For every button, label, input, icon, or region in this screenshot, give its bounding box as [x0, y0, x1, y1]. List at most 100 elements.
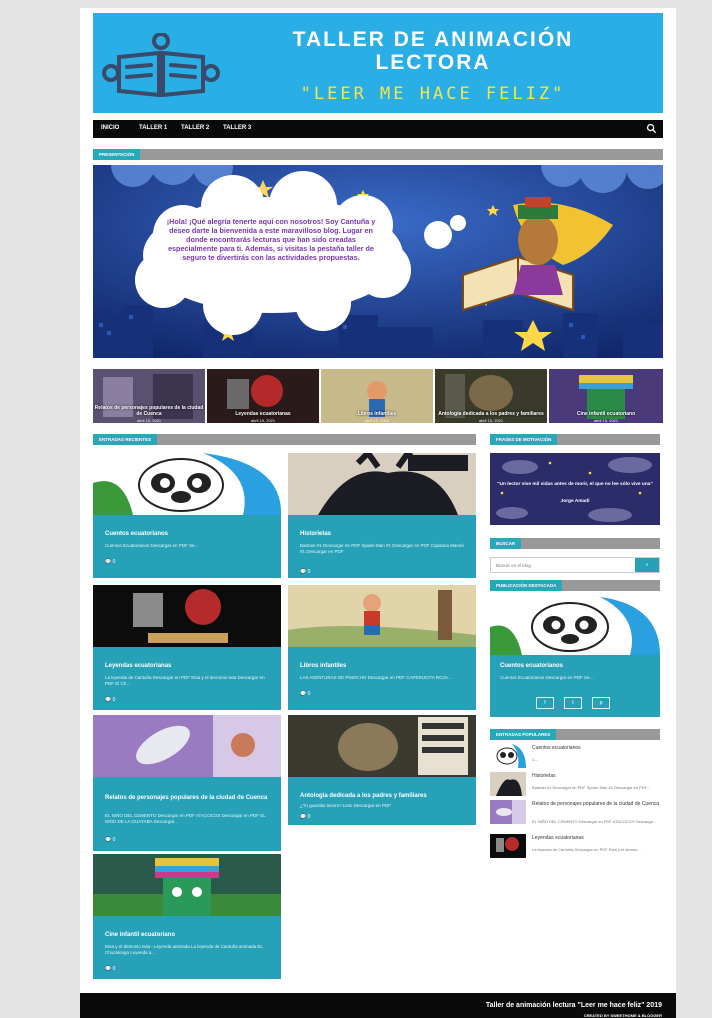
recent-posts-section-bar: ENTRADAS RECIENTES — [93, 434, 476, 445]
featured-title: Leyendas ecuatorianas — [235, 411, 291, 417]
post-card[interactable]: Cine infantil ecuatoriano Etsa y el demo… — [93, 854, 281, 979]
popular-post-excerpt: C... — [532, 757, 539, 762]
post-title[interactable]: Libros infantiles — [300, 663, 465, 670]
comment-count: 0 — [307, 814, 311, 820]
popular-posts-section-bar: ENTRADAS POPULARES — [490, 729, 660, 740]
search-section-bar: BUSCAR — [490, 538, 660, 549]
featured-date: abril 15, 2021 — [478, 418, 504, 423]
popular-post-item[interactable]: Historietas Batman #1 Descargar en PDF S… — [490, 772, 660, 796]
share-twitter-button[interactable]: t — [564, 697, 582, 709]
post-card[interactable]: Antología dedicada a los padres y famili… — [288, 715, 476, 825]
blog-search-input[interactable] — [491, 558, 637, 572]
popular-post-title[interactable]: Historietas — [532, 773, 660, 779]
post-comments[interactable]: 💬 0 — [105, 697, 115, 703]
popular-post-excerpt: La leyenda de Cantuña Descargar en PDF E… — [532, 847, 641, 852]
featured-date: abril 15, 2021 — [136, 418, 162, 423]
share-pinterest-button[interactable]: p — [592, 697, 610, 709]
post-card[interactable]: Leyendas ecuatorianas La leyenda de Cant… — [93, 585, 281, 710]
featured-title: Libros infantiles — [357, 411, 397, 417]
nav-item-taller-3[interactable]: TALLER 3 — [223, 125, 251, 131]
comment-count: 0 — [112, 837, 116, 843]
post-thumbnail — [288, 453, 476, 515]
post-title[interactable]: Antología dedicada a los padres y famili… — [300, 793, 465, 800]
featured-item[interactable]: Leyendas ecuatorianas abril 15, 2021 — [207, 369, 319, 423]
motivation-section-bar: FRASES DE MOTIVACIÓN — [490, 434, 660, 445]
featured-item[interactable]: Antología dedicada a los padres y famili… — [435, 369, 547, 423]
post-excerpt: Batman #1 Descargar en PDF Spider-Man #1… — [300, 543, 464, 554]
post-title[interactable]: Leyendas ecuatorianas — [105, 663, 270, 670]
popular-post-thumbnail — [490, 800, 526, 824]
nav-item-taller-1[interactable]: TALLER 1 — [139, 125, 167, 131]
post-thumbnail — [93, 715, 281, 777]
comment-count: 0 — [112, 559, 116, 565]
comment-icon: 💬 — [300, 691, 307, 697]
nav-item-inicio[interactable]: INICIO — [101, 125, 119, 131]
featured-title: Relatos de personajes populares de la ci… — [94, 405, 204, 417]
page: TALLER DE ANIMACIÓN LECTORA "LEER ME HAC… — [80, 8, 676, 1018]
post-excerpt: Etsa y el demonio Iwia - Leyenda animada… — [105, 944, 263, 955]
popular-post-item[interactable]: Relatos de personajes populares de la ci… — [490, 800, 660, 824]
motivation-label: FRASES DE MOTIVACIÓN — [490, 434, 558, 445]
post-excerpt: LAS AVENTURAS DE PINOCHO Descargar en PD… — [300, 675, 453, 680]
nav-item-taller-2[interactable]: TALLER 2 — [181, 125, 209, 131]
popular-post-thumbnail — [490, 772, 526, 796]
popular-post-title[interactable]: Leyendas ecuatorianas — [532, 835, 660, 841]
post-thumbnail — [93, 854, 281, 916]
featured-date: abril 15, 2021 — [250, 418, 276, 423]
comment-count: 0 — [307, 691, 311, 697]
comment-icon: 💬 — [300, 814, 307, 820]
post-excerpt: La leyenda de Cantuña Descargar en PDF E… — [105, 675, 265, 686]
featured-item[interactable]: Cine infantil ecuatoriano abril 15, 2021 — [549, 369, 663, 423]
motivation-quote: "Un lector vive mil vidas antes de morir… — [497, 482, 653, 487]
popular-post-title[interactable]: Relatos de personajes populares de la ci… — [532, 801, 660, 807]
post-title[interactable]: Historietas — [300, 531, 465, 538]
search-icon[interactable] — [646, 123, 657, 134]
post-comments[interactable]: 💬 0 — [300, 691, 310, 697]
post-title[interactable]: Relatos de personajes populares de la ci… — [105, 795, 270, 802]
footer-credit[interactable]: CREATED BY SWEETHOME & BLOGGER — [584, 1013, 662, 1018]
quote-background — [490, 453, 660, 525]
post-card[interactable]: Relatos de personajes populares de la ci… — [93, 715, 281, 851]
popular-post-item[interactable]: Leyendas ecuatorianas La leyenda de Cant… — [490, 834, 660, 858]
recent-posts-label: ENTRADAS RECIENTES — [93, 434, 158, 445]
footer: Taller de animación lectura "Leer me hac… — [80, 993, 676, 1018]
post-comments[interactable]: 💬 0 — [300, 569, 310, 575]
search-label: BUSCAR — [490, 538, 522, 549]
post-comments[interactable]: 💬 0 — [105, 837, 115, 843]
post-thumbnail — [93, 453, 281, 515]
popular-posts-label: ENTRADAS POPULARES — [490, 729, 557, 740]
post-card[interactable]: Historietas Batman #1 Descargar en PDF S… — [288, 453, 476, 578]
popular-post-excerpt: Batman #1 Descargar en PDF Spider-Man #1… — [532, 785, 651, 790]
presentation-message: ¡Hola! ¡Qué alegría tenerte aquí con nos… — [166, 217, 376, 262]
header-title-line2: LECTORA — [375, 51, 491, 74]
post-title[interactable]: Cuentos ecuatorianos — [105, 531, 270, 538]
featured-post-title[interactable]: Cuentos ecuatorianos — [500, 663, 563, 669]
popular-post-excerpt: EL NIÑO DEL CEMENTO Descargar en PDF ATA… — [532, 819, 657, 824]
comment-count: 0 — [112, 966, 116, 972]
post-comments[interactable]: 💬 0 — [105, 559, 115, 565]
blog-search-button[interactable]: ⌕ — [635, 558, 659, 572]
featured-item[interactable]: Libros infantiles abril 15, 2021 — [321, 369, 433, 423]
post-comments[interactable]: 💬 0 — [105, 966, 115, 972]
featured-date: abril 15, 2021 — [593, 418, 619, 423]
share-facebook-button[interactable]: f — [536, 697, 554, 709]
comment-icon: 💬 — [105, 837, 112, 843]
presentation-section-bar: PRESENTACIÓN — [93, 149, 663, 160]
comment-icon: 💬 — [105, 966, 112, 972]
popular-post-thumbnail — [490, 834, 526, 858]
featured-post-label: PUBLICACIÓN DESTACADA — [490, 580, 563, 591]
main-nav: INICIO TALLER 1 TALLER 2 TALLER 3 — [93, 120, 663, 138]
featured-title: Antología dedicada a los padres y famili… — [438, 411, 544, 417]
featured-item[interactable]: Relatos de personajes populares de la ci… — [93, 369, 205, 423]
featured-post-widget[interactable]: Cuentos ecuatorianos Cuentos Ecuatoriano… — [490, 597, 660, 717]
popular-post-title[interactable]: Cuentos ecuatorianos — [532, 745, 660, 751]
post-comments[interactable]: 💬 0 — [300, 814, 310, 820]
header-banner[interactable]: TALLER DE ANIMACIÓN LECTORA "LEER ME HAC… — [93, 13, 663, 113]
post-card[interactable]: Libros infantiles LAS AVENTURAS DE PINOC… — [288, 585, 476, 710]
post-excerpt: Cuentos Ecuatorianos Descargar en PDF Se… — [105, 543, 199, 548]
popular-post-item[interactable]: Cuentos ecuatorianos C... — [490, 744, 660, 768]
comment-icon: 💬 — [105, 697, 112, 703]
presentation-label: PRESENTACIÓN — [93, 149, 141, 160]
post-card[interactable]: Cuentos ecuatorianos Cuentos Ecuatoriano… — [93, 453, 281, 578]
post-title[interactable]: Cine infantil ecuatoriano — [105, 932, 270, 939]
